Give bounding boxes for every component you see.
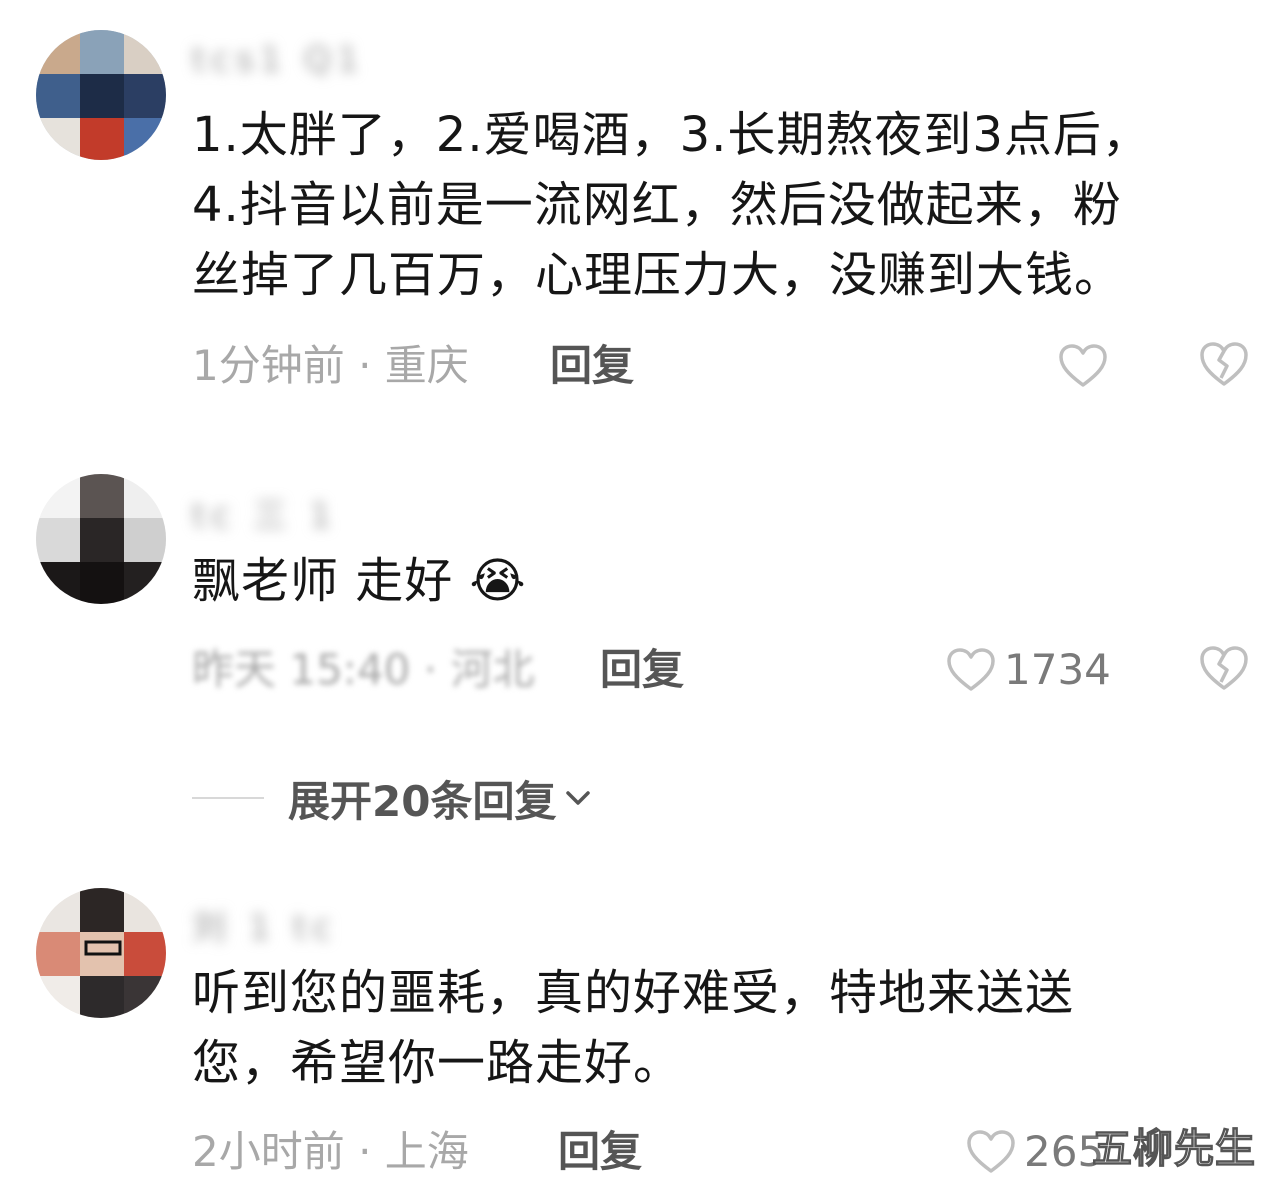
dislike-button[interactable] [1198,340,1250,392]
heart-outline-icon [967,1130,1015,1173]
time-location: 昨天 15:40 · 河北 [192,645,535,694]
time-location: 2小时前 · 上海 [192,1127,469,1176]
comment-meta: 昨天 15:40 · 河北 回复 1734 [192,640,1276,700]
like-button[interactable]: 1734 [946,644,1111,696]
username[interactable]: 刘 1 tc [192,900,337,948]
heart-outline-icon [1059,344,1107,387]
heart-outline-icon [947,648,995,691]
like-button[interactable] [1058,340,1116,392]
like-button[interactable]: 265 [966,1126,1104,1178]
like-count: 1734 [1004,645,1111,694]
chevron-down-icon[interactable] [562,782,594,814]
expand-replies-row[interactable]: 展开20条回复 [192,768,594,828]
comment-text: 听到您的噩耗，真的好难受，特地来送送 您，希望你一路走好。 [192,965,1075,1091]
dislike-button[interactable] [1198,644,1250,696]
reply-button[interactable]: 回复 [600,640,684,700]
comment-text: 飘老师 走好 😭 [192,553,527,609]
avatar[interactable] [36,30,166,160]
avatar[interactable] [36,888,166,1018]
reply-button[interactable]: 回复 [558,1122,642,1182]
broken-heart-icon [1200,646,1248,690]
reply-button[interactable]: 回复 [550,336,634,396]
comment-text: 1.太胖了，2.爱喝酒，3.长期熬夜到3点后， 4.抖音以前是一流网红，然后没做… [192,107,1151,303]
avatar[interactable] [36,474,166,604]
comment-meta: 1分钟前 · 重庆 回复 [192,336,1276,396]
username[interactable]: tc 三 1 [192,488,337,536]
watermark: 五柳先生 [1091,1125,1256,1172]
divider [192,797,264,799]
expand-replies-button[interactable]: 展开20条回复 [288,768,556,829]
comments-page: tcs1 Q1 1.太胖了，2.爱喝酒，3.长期熬夜到3点后， 4.抖音以前是一… [0,0,1276,1196]
username[interactable]: tcs1 Q1 [192,40,365,80]
time-location: 1分钟前 · 重庆 [192,341,469,390]
broken-heart-icon [1200,342,1248,386]
